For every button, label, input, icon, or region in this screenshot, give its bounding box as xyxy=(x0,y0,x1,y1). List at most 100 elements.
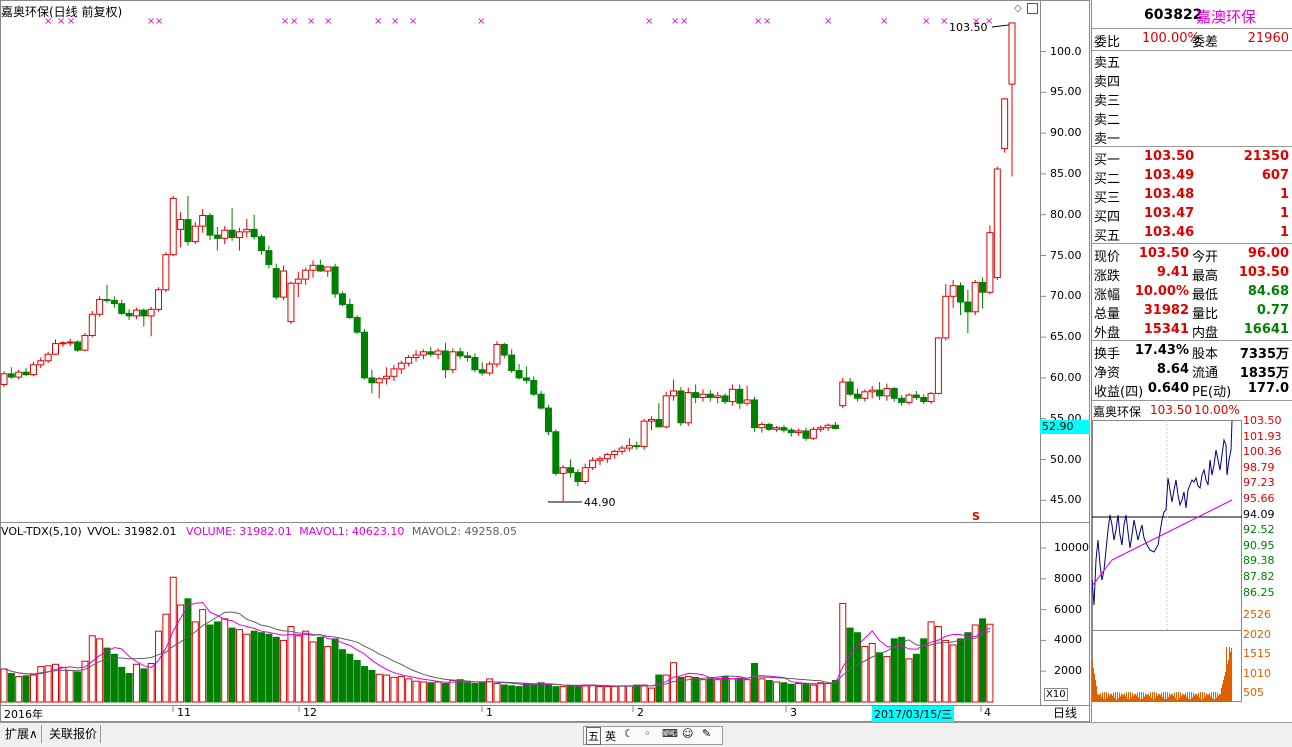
wrench-icon[interactable]: ✎ xyxy=(702,727,711,740)
candle-up xyxy=(0,373,8,385)
volume-bar-down xyxy=(22,675,30,703)
window-toggle-icon[interactable] xyxy=(1027,3,1038,14)
volume-bar-down xyxy=(331,638,339,703)
weibi-row: 委比 100.00% 委差 21960 xyxy=(1092,30,1292,50)
buy-level-label: 买二 xyxy=(1094,172,1121,187)
stat-value: 8.64 xyxy=(1156,362,1189,377)
sell-level-label: 卖三 xyxy=(1094,94,1121,109)
volume-bar-up xyxy=(434,681,442,703)
stat-label: 总量 xyxy=(1094,307,1121,322)
price-tick-label: 60.00 xyxy=(1050,370,1082,384)
candle-up xyxy=(132,309,140,317)
volume-bar-down xyxy=(427,682,435,703)
fundamental-stat-row: 换手 17.43% 股本 7335万 xyxy=(1092,342,1292,362)
sell-level-label: 卖一 xyxy=(1094,132,1121,147)
candle-up xyxy=(221,229,229,239)
volume-bar-down xyxy=(692,676,700,703)
volume-bar-down xyxy=(206,624,214,703)
candle-down xyxy=(567,467,575,474)
stat-value: 96.00 xyxy=(1247,246,1289,261)
buy-level-volume: 21350 xyxy=(1243,149,1289,164)
related-quotes-button[interactable]: 关联报价 xyxy=(46,725,102,743)
chart-title: 嘉奥环保(日线 前复权) xyxy=(1,5,123,19)
signal-marker: × xyxy=(680,16,688,27)
candle-up xyxy=(971,281,979,313)
candle-up xyxy=(302,269,310,280)
candle-up xyxy=(817,427,825,430)
volume-bar-up xyxy=(397,676,405,703)
diamond-icon[interactable]: ◇ xyxy=(1014,3,1022,14)
quote-stat-row: 涨跌 9.41 最高 103.50 xyxy=(1092,264,1292,284)
volume-bar-down xyxy=(7,673,15,703)
mini-price-label: 97.23 xyxy=(1243,476,1275,490)
volume-bar-down xyxy=(118,666,126,703)
s-marker: S xyxy=(972,510,980,523)
mini-volume-label: 2020 xyxy=(1243,627,1271,641)
stat-label: 换手 xyxy=(1094,347,1121,362)
mini-volume-label: 1010 xyxy=(1243,666,1271,680)
signal-marker: × xyxy=(824,16,832,27)
volume-bar-down xyxy=(456,679,464,703)
period-label[interactable]: 日线 xyxy=(1040,705,1090,721)
volume-bar-down xyxy=(228,627,236,703)
volume-bar-up xyxy=(162,613,170,703)
stat-value: 10.00% xyxy=(1134,284,1189,299)
price-tick-label: 100.0 xyxy=(1050,44,1082,58)
volume-bar-up xyxy=(37,666,45,703)
punctuation-icon[interactable]: ◦ xyxy=(644,727,651,740)
mini-price-label: 94.09 xyxy=(1243,507,1275,521)
volume-bar-up xyxy=(949,644,957,703)
quote-stat-row: 涨幅 10.00% 最低 84.68 xyxy=(1092,283,1292,303)
buy-row: 买四 103.47 1 xyxy=(1092,205,1292,225)
candle-down xyxy=(964,301,972,313)
candle-down xyxy=(552,431,560,474)
moon-icon[interactable]: ☾ xyxy=(624,727,634,740)
candle-down xyxy=(471,357,479,371)
x-axis-month-apr: 4 xyxy=(984,706,991,719)
candle-up xyxy=(714,395,722,398)
candle-up xyxy=(868,389,876,393)
price-tick-label: 85.00 xyxy=(1050,166,1082,180)
mini-price-label: 95.66 xyxy=(1243,492,1275,505)
volume-bar-down xyxy=(478,682,486,703)
volume-bar-up xyxy=(88,635,96,703)
kline-chart[interactable]: × × × × × × × × × × × × × × × × × × × × × × × × xyxy=(0,0,1090,722)
candle-up xyxy=(294,278,302,284)
price-tick-label: 80.00 xyxy=(1050,207,1082,221)
volume-bar-down xyxy=(316,636,324,703)
volume-bar-up xyxy=(280,639,288,703)
indicator-name: VOL-TDX(5,10) xyxy=(1,525,82,538)
volume-bar-down xyxy=(213,621,221,703)
ime-mode-en[interactable]: 英 xyxy=(605,728,616,744)
ime-toolbar[interactable]: 五 英 ☾ ◦ ⌨ ☺ ✎ xyxy=(583,726,723,745)
candle-down xyxy=(361,331,369,379)
buy-level-volume: 1 xyxy=(1279,206,1289,221)
keyboard-icon[interactable]: ⌨ xyxy=(662,727,678,740)
candle-up xyxy=(15,371,23,378)
volume-bar-down xyxy=(633,684,641,703)
ime-mode-five[interactable]: 五 xyxy=(586,727,601,745)
signal-marker: × xyxy=(940,16,948,27)
expand-button[interactable]: 扩展∧ xyxy=(2,725,42,743)
volume-bar-up xyxy=(934,626,942,703)
x-axis-month-mar: 3 xyxy=(790,706,797,719)
weicha-value: 21960 xyxy=(1247,31,1289,46)
sell-row: 卖一 xyxy=(1092,127,1292,147)
stat-label: 股本 xyxy=(1192,347,1219,362)
volume-bar-up xyxy=(235,629,243,703)
candle-down xyxy=(456,351,464,357)
candle-up xyxy=(986,232,994,293)
signal-marker: × xyxy=(645,16,653,27)
candle-up xyxy=(949,285,957,297)
stock-code: 603822 xyxy=(1144,7,1203,23)
volume-bar-up xyxy=(287,626,295,703)
mini-volume-label: 1515 xyxy=(1243,647,1271,660)
candle-down xyxy=(853,393,861,399)
stat-label: 现价 xyxy=(1094,250,1121,265)
intraday-mini-chart[interactable] xyxy=(1092,420,1242,702)
candle-up xyxy=(162,254,170,291)
stat-value: 15341 xyxy=(1143,322,1189,337)
volume-bar-up xyxy=(743,679,751,703)
candle-up xyxy=(603,454,611,460)
emoji-icon[interactable]: ☺ xyxy=(682,727,693,740)
